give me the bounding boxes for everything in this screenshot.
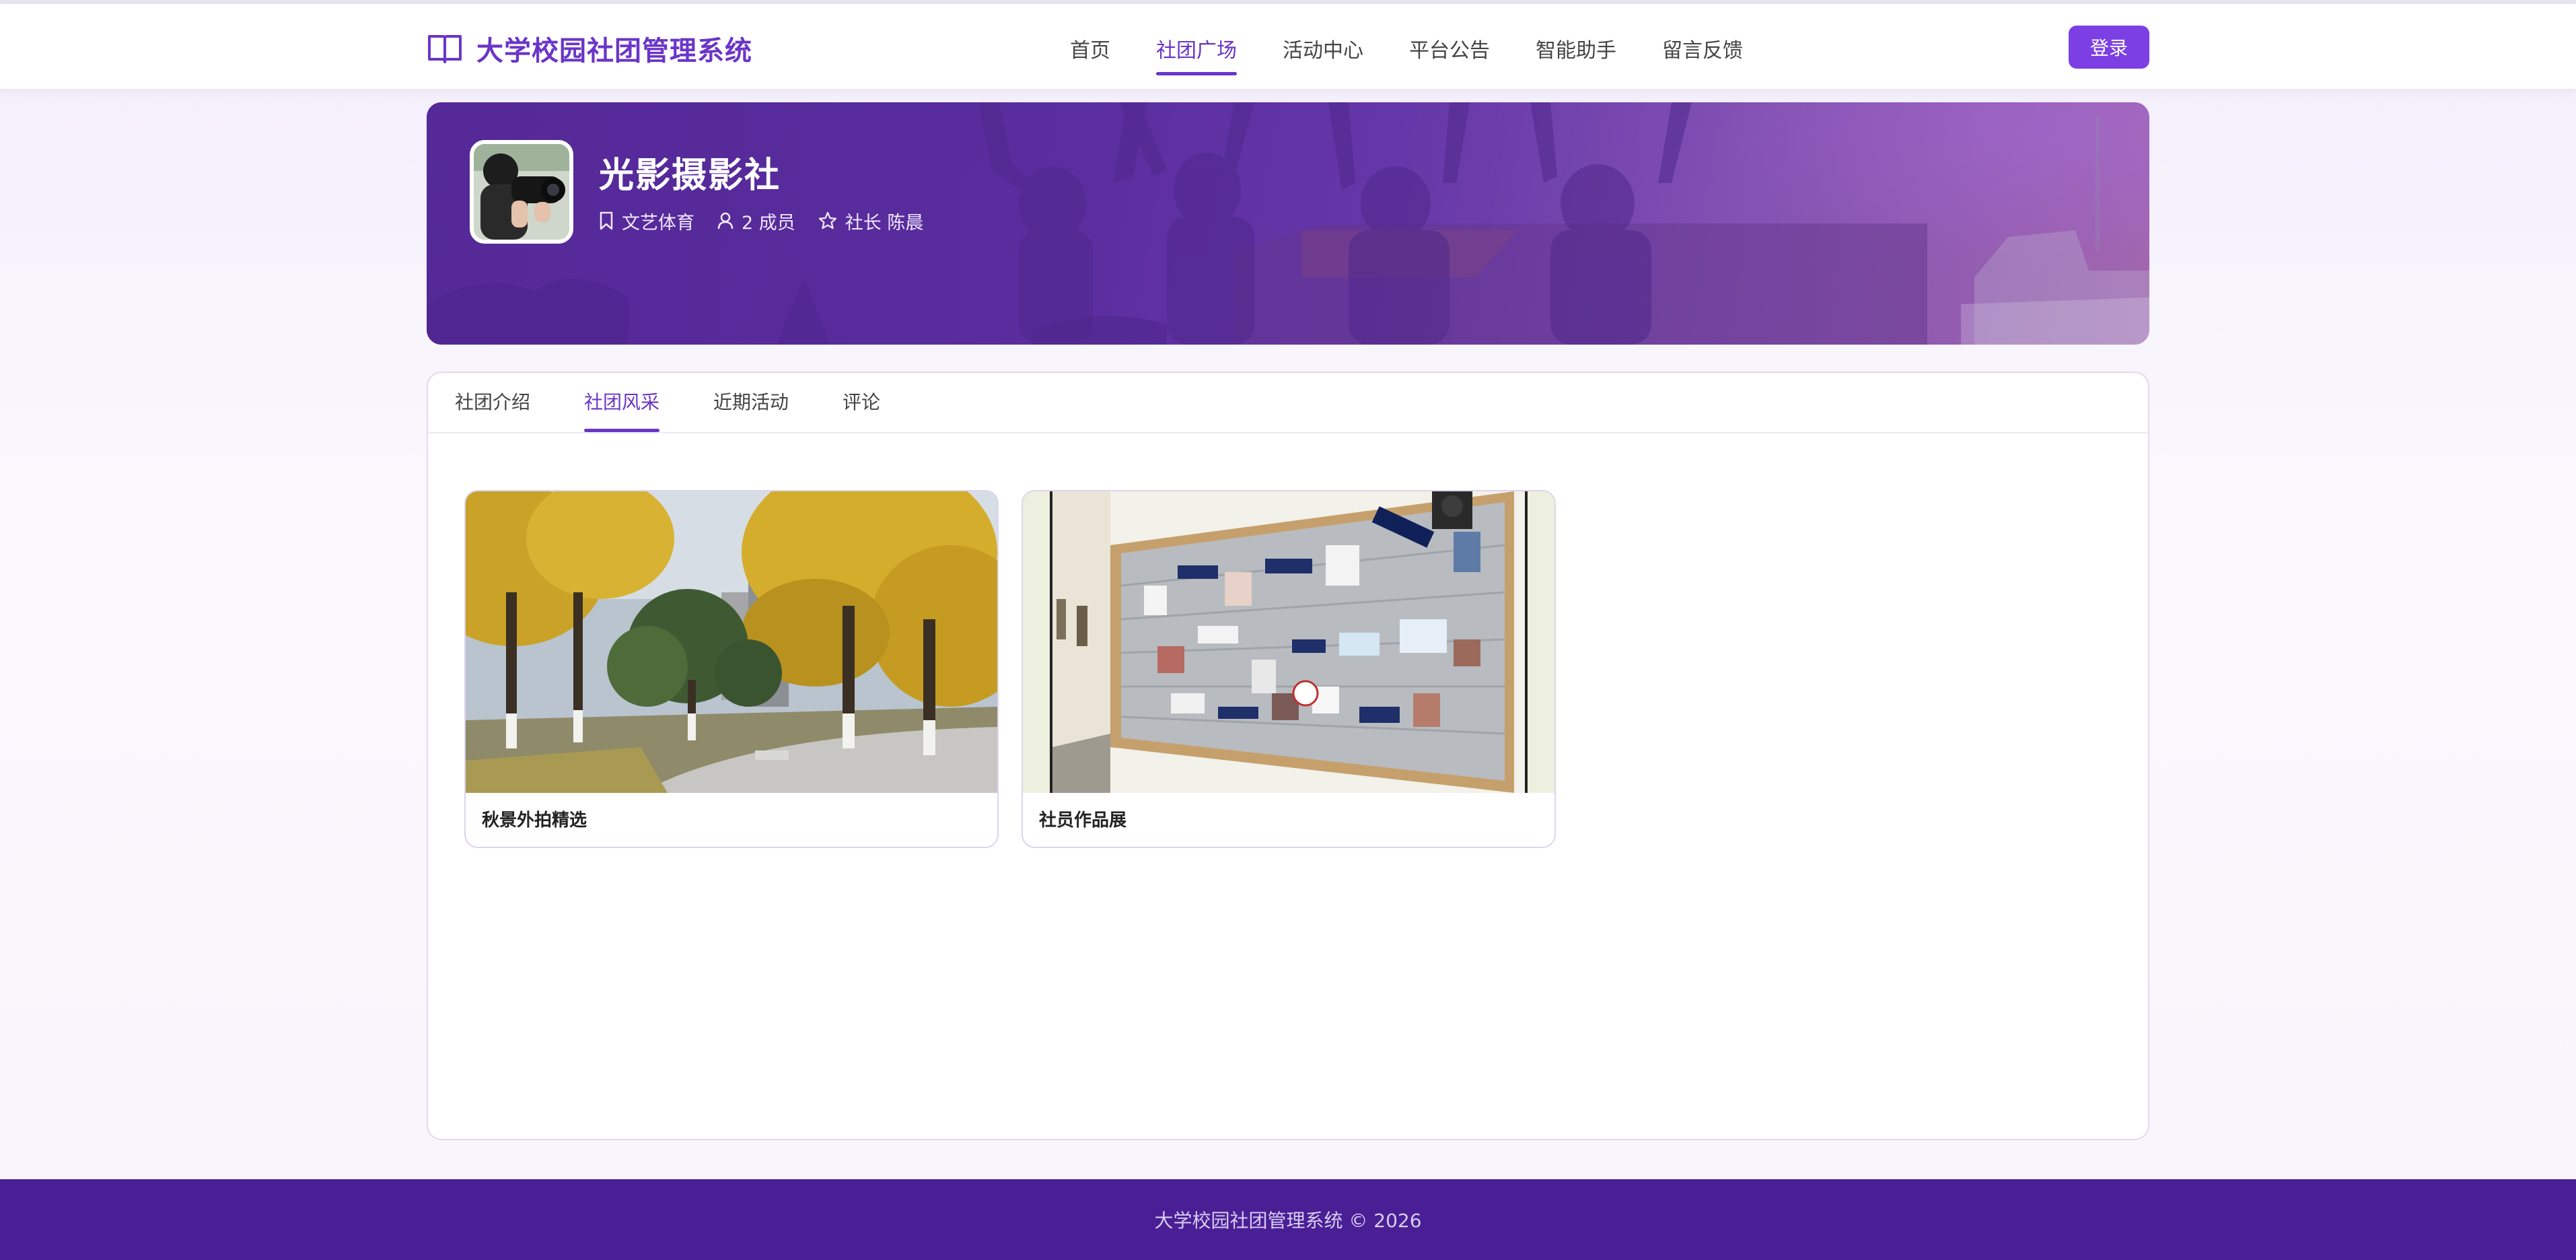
club-meta: 文艺体育 2 成员 社长 陈晨: [599, 207, 946, 234]
club-detail-card: 社团介绍 社团风采 近期活动 评论 秋景外拍精选 社员作品展: [427, 372, 2149, 1140]
footer: 大学校园社团管理系统 © 2026: [0, 1179, 2576, 1260]
brand[interactable]: 大学校园社团管理系统: [427, 30, 752, 67]
nav-activity-center[interactable]: 活动中心: [1283, 28, 1363, 75]
club-category-label: 文艺体育: [622, 212, 694, 234]
nav-club-plaza[interactable]: 社团广场: [1156, 28, 1237, 75]
main-nav: 首页 社团广场 活动中心 平台公告 智能助手 留言反馈: [1070, 28, 1789, 75]
club-category: 文艺体育: [599, 208, 694, 234]
nav-ai-assistant[interactable]: 智能助手: [1536, 28, 1616, 75]
gallery-caption: 秋景外拍精选: [482, 810, 587, 831]
club-members-label: 2 成员: [742, 212, 795, 234]
club-name: 光影摄影社: [599, 155, 781, 196]
gallery-caption: 社员作品展: [1039, 810, 1127, 831]
club-members: 2 成员: [717, 208, 795, 234]
club-banner: 光影摄影社 文艺体育 2 成员 社长 陈晨: [427, 102, 2149, 345]
footer-copyright: 大学校园社团管理系统 © 2026: [1154, 1210, 1422, 1232]
bookmark-icon: [600, 211, 613, 230]
nav-feedback[interactable]: 留言反馈: [1662, 28, 1743, 75]
login-button[interactable]: 登录: [2069, 26, 2149, 69]
gallery-image-autumn: [466, 491, 997, 793]
club-avatar: [470, 140, 573, 244]
nav-announcements[interactable]: 平台公告: [1409, 28, 1490, 75]
club-leader: 社长 陈晨: [818, 208, 924, 234]
nav-home[interactable]: 首页: [1070, 28, 1110, 75]
photographer-image: [474, 144, 569, 240]
gallery-image-exhibition: [1023, 491, 1554, 793]
star-icon: [818, 211, 836, 230]
open-book-icon: [428, 35, 462, 63]
top-navbar: 大学校园社团管理系统 首页 社团广场 活动中心 平台公告 智能助手 留言反馈 登…: [0, 4, 2576, 90]
gallery-item[interactable]: 社员作品展: [1022, 490, 1556, 848]
gallery-item[interactable]: 秋景外拍精选: [464, 490, 999, 848]
tab-recent-activities[interactable]: 近期活动: [713, 373, 789, 432]
user-icon: [717, 212, 734, 230]
club-leader-label: 社长 陈晨: [845, 212, 924, 234]
tab-introduction[interactable]: 社团介绍: [455, 373, 530, 432]
detail-tabs: 社团介绍 社团风采 近期活动 评论: [455, 373, 934, 432]
tab-comments[interactable]: 评论: [843, 373, 880, 432]
tabs-divider: [428, 432, 2148, 433]
brand-title: 大学校园社团管理系统: [476, 36, 752, 67]
tab-gallery[interactable]: 社团风采: [584, 373, 660, 432]
